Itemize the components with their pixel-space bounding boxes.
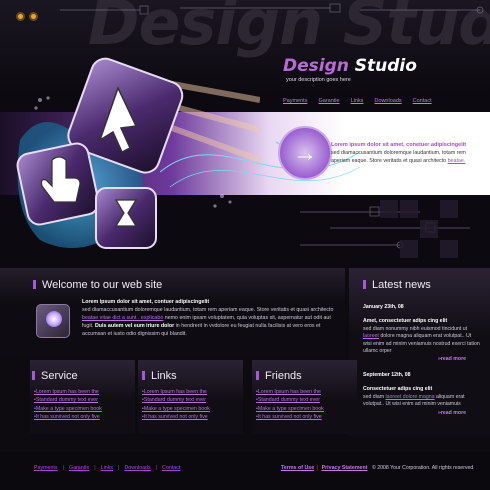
site-logo[interactable]: Design Studio [283,56,417,76]
top-nav: Payments Garantie Links Downloads Contac… [283,98,432,104]
news-title: Latest news [363,279,431,291]
news-body: sed diam laoreet dolore magna aliquam er… [363,393,465,408]
footer-nav-downloads[interactable]: Downloads [124,465,150,471]
nav-payments[interactable]: Payments [283,98,307,104]
list-item[interactable]: Make a type specimen book [256,405,324,413]
welcome-text: Lorem ipsum dolor sit amet, contuer adip… [82,298,340,338]
news-link[interactable]: laoreet [363,333,379,339]
news-heading: Amet, consectetuer adips cing elit [363,318,448,325]
news-body: sed diam nonummy nibh euismod tincidunt … [363,325,480,355]
news-date: September 12th, 08 [363,372,411,378]
list-item[interactable]: Lorem Ipsum has been the [256,388,324,396]
read-more-link[interactable]: »read more [438,356,466,363]
logo-part-design: Design [283,56,349,76]
service-title: Service [32,370,78,382]
band-body: sed diamaccusantium doloremque laudantiu… [331,150,466,164]
band-title: Lorem ipsum dolor sit amet, conetuer adi… [331,142,467,148]
list-item[interactable]: Standard dummy text ever [34,396,102,404]
news-item: September 12th, 08 Consectetuer adips ci… [363,372,481,416]
logo-part-studio: Studio [354,56,417,76]
band-intro: Lorem ipsum dolor sit amet, conetuer adi… [331,142,481,165]
list-item[interactable]: Make a type specimen book [34,405,102,413]
list-item[interactable]: Make a type specimen book [142,405,210,413]
links-column: Links Lorem Ipsum has been the Standard … [138,360,243,434]
nav-links[interactable]: Links [351,98,364,104]
footer-nav-payments[interactable]: Payments [34,465,58,471]
welcome-link[interactable]: beatae vitae dict a sunt . explicabo [82,315,163,321]
read-more-link[interactable]: »read more [438,410,466,417]
privacy-link[interactable]: Privacy Statement [322,465,368,471]
news-heading: Consectetuer adips cing elit [363,386,433,393]
friends-column: Friends Lorem Ipsum has been the Standar… [252,360,357,434]
footer-nav-garantie[interactable]: Garantie [69,465,89,471]
footer-nav-contact[interactable]: Contact [162,465,180,471]
nav-contact[interactable]: Contact [413,98,432,104]
copyright: © 2008 Your Corporation. All rights rese… [372,465,474,471]
list-item[interactable]: It has survived not only five [256,413,324,421]
list-item[interactable]: Standard dummy text ever [256,396,324,404]
nav-downloads[interactable]: Downloads [374,98,401,104]
header: Design Studio Design Studio your descrip… [0,0,490,268]
terms-link[interactable]: Terms of Use [281,465,314,471]
band-link[interactable]: beatae. [448,158,466,164]
list-item[interactable]: It has survived not only five [142,413,210,421]
news-item: January 23th, 08 Amet, consectetuer adip… [363,304,481,362]
footer-nav: Payments | Garantie | Links | Downloads | Co… [34,465,181,471]
hero-illustration [16,57,260,249]
list-item[interactable]: Lorem Ipsum has been the [142,388,210,396]
welcome-title: Welcome to our web site [33,279,162,291]
lightbulb-icon [36,304,70,338]
service-column: Service Lorem Ipsum has been the Standar… [30,360,135,434]
footer-nav-links[interactable]: Links [101,465,113,471]
nav-garantie[interactable]: Garantie [318,98,339,104]
list-item[interactable]: Lorem Ipsum has been the [34,388,102,396]
friends-title: Friends [256,370,302,382]
footer: Payments | Garantie | Links | Downloads | Co… [0,452,490,490]
arrow-circle-icon: → [278,126,332,180]
news-date: January 23th, 08 [363,304,404,310]
links-title: Links [142,370,177,382]
footer-legal: Terms of Use | Privacy Statement [281,465,368,471]
list-item[interactable]: It has survived not only five [34,413,102,421]
list-item[interactable]: Standard dummy text ever [142,396,210,404]
welcome-lead: Lorem ipsum dolor sit amet, contuer adip… [82,299,210,305]
tagline: your description goes here [286,77,351,83]
news-link[interactable]: laoreet dolore magna [386,394,435,400]
